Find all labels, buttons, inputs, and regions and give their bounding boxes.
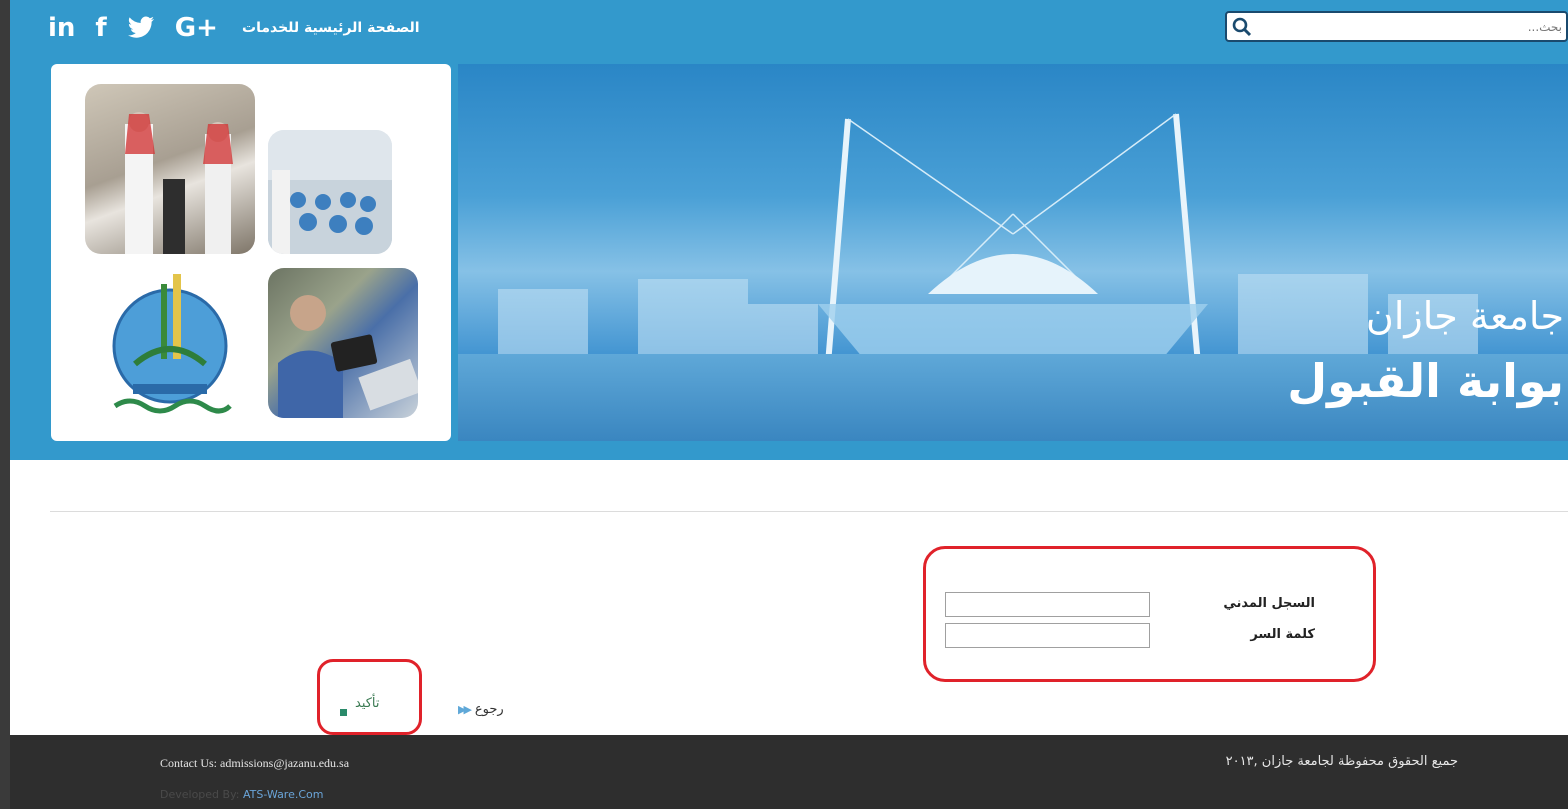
collage-panel: [51, 64, 451, 441]
password-row: كلمة السر: [945, 623, 1315, 649]
login-form: السجل المدني كلمة السر: [945, 590, 1315, 660]
linkedin-icon[interactable]: in: [48, 15, 75, 41]
developer-prefix: Developed By:: [160, 788, 243, 801]
university-logo: [112, 274, 232, 414]
classroom-photo: [268, 130, 392, 254]
content-divider: [50, 511, 1568, 512]
civil-id-label: السجل المدني: [1223, 596, 1315, 611]
portal-title: بوابة القبول: [1287, 354, 1564, 408]
search-input[interactable]: [1257, 15, 1562, 38]
footer: Contact Us: admissions@jazanu.edu.sa Dev…: [10, 735, 1568, 809]
civil-id-row: السجل المدني: [945, 592, 1315, 618]
header-bar: in f G+ الصفحة الرئيسية للخدمات بحث... ج…: [10, 0, 1568, 460]
civil-id-input[interactable]: [945, 592, 1150, 617]
back-arrow-icon: ▶▶: [458, 703, 472, 716]
back-button[interactable]: رجوع ▶▶: [458, 702, 504, 717]
search-box[interactable]: [1225, 11, 1568, 42]
password-label: كلمة السر: [1250, 627, 1315, 642]
hero-banner: جامعة جازان بوابة القبول: [458, 64, 1568, 441]
developer-link[interactable]: ATS-Ware.Com: [243, 788, 323, 801]
back-label: رجوع: [474, 702, 504, 717]
contact-email[interactable]: Contact Us: admissions@jazanu.edu.sa: [160, 756, 349, 771]
confirm-label: تأكيد: [355, 696, 380, 711]
social-links: in f G+: [48, 8, 218, 48]
google-plus-icon[interactable]: G+: [175, 15, 218, 41]
tablet-user-photo: [268, 268, 418, 418]
search-icon[interactable]: [1231, 16, 1253, 38]
password-input[interactable]: [945, 623, 1150, 648]
developer-credit: Developed By: ATS-Ware.Com: [160, 788, 323, 801]
twitter-icon[interactable]: [127, 16, 155, 40]
copyright-text: جميع الحقوق محفوظة لجامعة جازان ,٢٠١٣: [1225, 754, 1458, 769]
university-name: جامعة جازان: [1365, 294, 1564, 338]
page-frame: in f G+ الصفحة الرئيسية للخدمات بحث... ج…: [10, 0, 1568, 809]
confirm-button[interactable]: تأكيد: [340, 696, 380, 716]
students-photo: [85, 84, 255, 254]
services-home-link[interactable]: الصفحة الرئيسية للخدمات: [242, 20, 420, 36]
facebook-icon[interactable]: f: [95, 15, 106, 41]
confirm-bullet-icon: [340, 709, 347, 716]
